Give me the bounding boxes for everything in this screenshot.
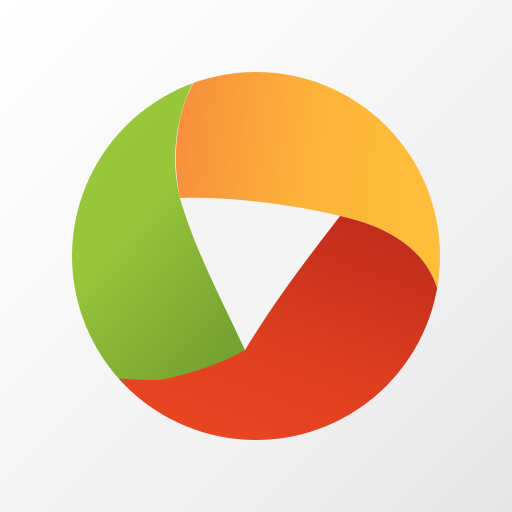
app-icon-canvas (0, 0, 512, 512)
tricolor-ring-logo-icon (72, 72, 440, 440)
logo-ring (72, 72, 440, 440)
